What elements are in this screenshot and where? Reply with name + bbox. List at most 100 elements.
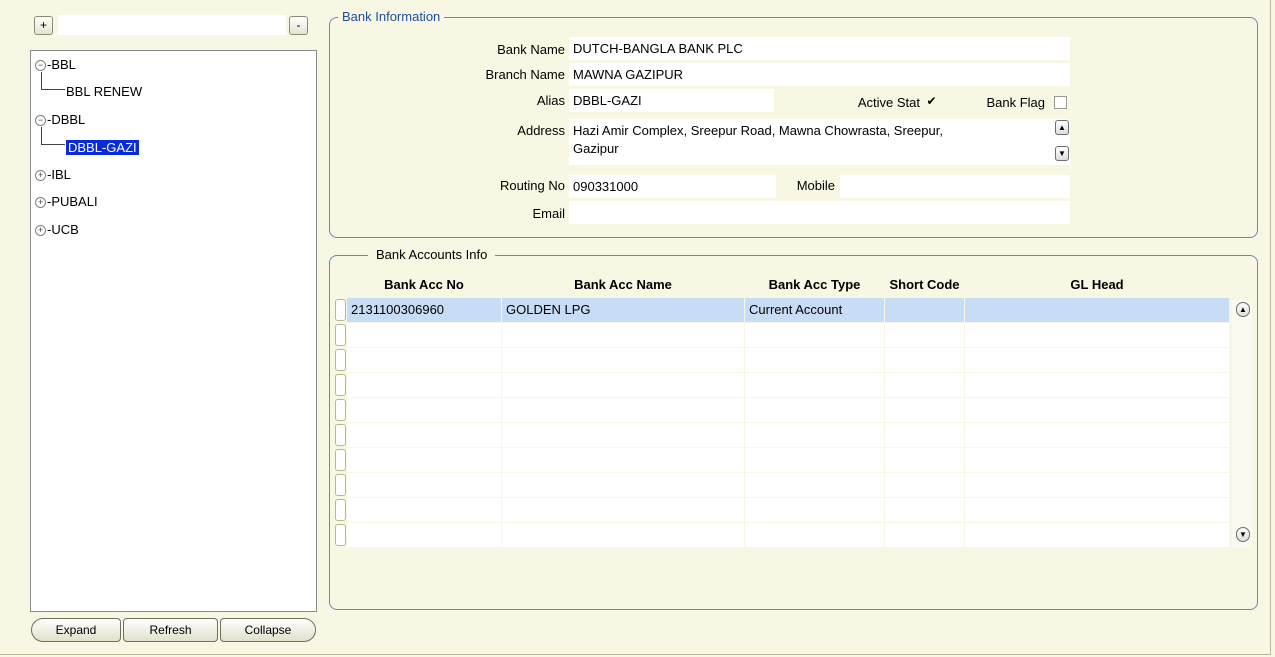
tree-node-bbl-renew[interactable]: BBL RENEW — [66, 84, 142, 100]
bank-acc-type-cell[interactable] — [745, 373, 884, 397]
bank-acc-no-cell[interactable] — [347, 323, 501, 347]
bank-acc-type-cell[interactable] — [745, 473, 884, 497]
table-row[interactable] — [347, 498, 1229, 523]
row-selector[interactable] — [335, 499, 346, 521]
tree-node-dbbl-gazi[interactable]: DBBL-GAZI — [65, 139, 140, 156]
address-field[interactable]: Hazi Amir Complex, Sreepur Road, Mawna C… — [569, 119, 1070, 165]
short-code-cell[interactable] — [885, 423, 964, 447]
mobile-field[interactable] — [840, 175, 1070, 198]
gl-head-cell[interactable] — [965, 373, 1229, 397]
bank-acc-type-cell[interactable] — [745, 398, 884, 422]
bank-acc-type-cell[interactable] — [745, 323, 884, 347]
bank-acc-name-cell[interactable] — [502, 423, 744, 447]
add-node-button[interactable]: + — [34, 16, 53, 35]
bank-acc-type-cell[interactable]: Current Account — [745, 298, 884, 322]
gl-head-cell[interactable] — [965, 498, 1229, 522]
scroll-up-icon[interactable]: ▲ — [1236, 302, 1250, 317]
bank-acc-name-cell[interactable] — [502, 498, 744, 522]
scroll-down-icon[interactable]: ▼ — [1055, 146, 1069, 161]
short-code-cell[interactable] — [885, 298, 964, 322]
short-code-cell[interactable] — [885, 323, 964, 347]
row-selector[interactable] — [335, 299, 346, 321]
bank-acc-no-cell[interactable] — [347, 498, 501, 522]
table-row[interactable] — [347, 398, 1229, 423]
bank-acc-no-cell[interactable] — [347, 448, 501, 472]
bank-acc-no-cell[interactable]: 2131100306960 — [347, 298, 501, 322]
bank-acc-no-cell[interactable] — [347, 373, 501, 397]
expand-toggle-icon[interactable]: + — [35, 225, 46, 237]
bank-acc-name-cell[interactable] — [502, 473, 744, 497]
bank-acc-type-cell[interactable] — [745, 498, 884, 522]
row-selector[interactable] — [335, 349, 346, 371]
scroll-up-icon[interactable]: ▲ — [1055, 120, 1069, 135]
bank-acc-name-cell[interactable] — [502, 523, 744, 547]
table-row[interactable] — [347, 473, 1229, 498]
table-row[interactable] — [347, 348, 1229, 373]
bank-name-field[interactable]: DUTCH-BANGLA BANK PLC — [569, 37, 1070, 60]
expand-toggle-icon[interactable]: + — [35, 197, 46, 209]
gl-head-cell[interactable] — [965, 523, 1229, 547]
row-selector[interactable] — [335, 399, 346, 421]
short-code-cell[interactable] — [885, 498, 964, 522]
email-field[interactable] — [569, 201, 1070, 224]
table-row[interactable] — [347, 523, 1229, 548]
bank-acc-name-cell[interactable]: GOLDEN LPG — [502, 298, 744, 322]
expand-toggle-icon[interactable]: + — [35, 170, 46, 182]
bank-acc-name-cell[interactable] — [502, 398, 744, 422]
short-code-cell[interactable] — [885, 523, 964, 547]
scroll-down-icon[interactable]: ▼ — [1236, 527, 1250, 542]
table-row[interactable] — [347, 373, 1229, 398]
refresh-button[interactable]: Refresh — [123, 618, 218, 642]
bank-acc-type-cell[interactable] — [745, 448, 884, 472]
alias-field[interactable]: DBBL-GAZI — [569, 89, 774, 112]
bank-acc-name-cell[interactable] — [502, 448, 744, 472]
gl-head-cell[interactable] — [965, 448, 1229, 472]
gl-head-cell[interactable] — [965, 398, 1229, 422]
bank-acc-type-cell[interactable] — [745, 348, 884, 372]
gl-head-cell[interactable] — [965, 423, 1229, 447]
tree-node-pubali[interactable]: + -PUBALI — [35, 194, 98, 210]
bank-acc-type-cell[interactable] — [745, 523, 884, 547]
table-row[interactable]: 2131100306960 GOLDEN LPG Current Account — [347, 298, 1229, 323]
row-selector[interactable] — [335, 474, 346, 496]
expand-button[interactable]: Expand — [31, 618, 121, 642]
accounts-scrollbar[interactable] — [1232, 300, 1252, 548]
bank-acc-no-cell[interactable] — [347, 523, 501, 547]
tree-node-bbl[interactable]: − -BBL — [35, 57, 76, 73]
bank-acc-no-cell[interactable] — [347, 398, 501, 422]
bank-acc-no-cell[interactable] — [347, 348, 501, 372]
row-selector[interactable] — [335, 374, 346, 396]
gl-head-cell[interactable] — [965, 298, 1229, 322]
bank-acc-name-cell[interactable] — [502, 373, 744, 397]
bank-acc-no-cell[interactable] — [347, 423, 501, 447]
collapse-toggle-icon[interactable]: − — [35, 60, 46, 72]
bank-acc-name-cell[interactable] — [502, 323, 744, 347]
short-code-cell[interactable] — [885, 448, 964, 472]
remove-node-button[interactable]: - — [289, 16, 308, 35]
row-selector[interactable] — [335, 449, 346, 471]
bank-acc-type-cell[interactable] — [745, 423, 884, 447]
bank-acc-name-cell[interactable] — [502, 348, 744, 372]
short-code-cell[interactable] — [885, 473, 964, 497]
gl-head-cell[interactable] — [965, 348, 1229, 372]
collapse-button[interactable]: Collapse — [220, 618, 316, 642]
tree-node-ibl[interactable]: + -IBL — [35, 167, 71, 183]
branch-name-field[interactable]: MAWNA GAZIPUR — [569, 63, 1070, 86]
short-code-cell[interactable] — [885, 398, 964, 422]
active-stat-checkbox[interactable]: ✔ — [925, 95, 938, 109]
table-row[interactable] — [347, 323, 1229, 348]
collapse-toggle-icon[interactable]: − — [35, 115, 46, 127]
bank-flag-checkbox[interactable] — [1054, 96, 1067, 109]
table-row[interactable] — [347, 423, 1229, 448]
tree-node-ucb[interactable]: + -UCB — [35, 222, 79, 238]
gl-head-cell[interactable] — [965, 473, 1229, 497]
short-code-cell[interactable] — [885, 348, 964, 372]
short-code-cell[interactable] — [885, 373, 964, 397]
row-selector[interactable] — [335, 524, 346, 546]
row-selector[interactable] — [335, 324, 346, 346]
bank-acc-no-cell[interactable] — [347, 473, 501, 497]
gl-head-cell[interactable] — [965, 323, 1229, 347]
tree-node-dbbl[interactable]: − -DBBL — [35, 112, 85, 128]
table-row[interactable] — [347, 448, 1229, 473]
row-selector[interactable] — [335, 424, 346, 446]
